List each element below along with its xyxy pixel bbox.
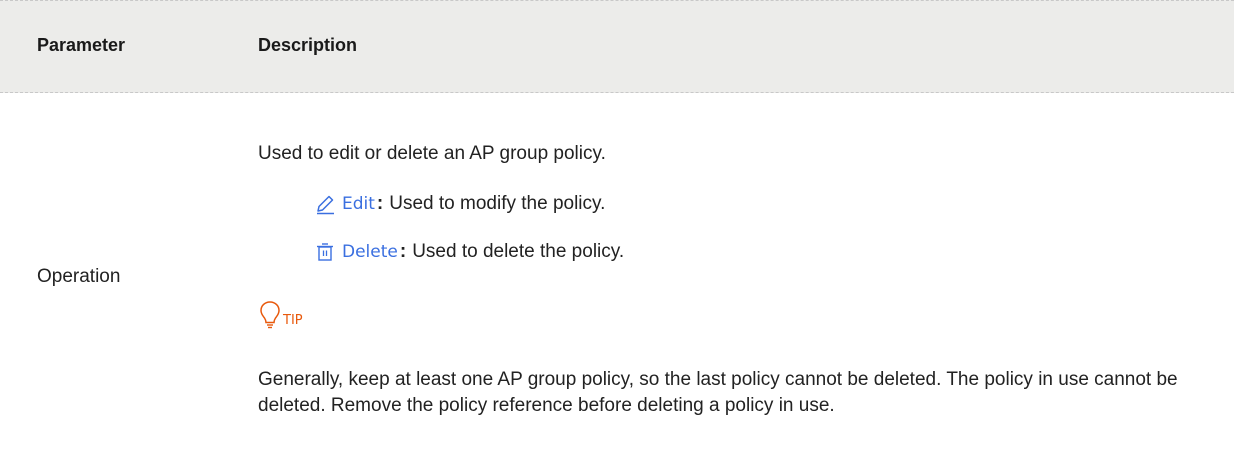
tip-heading: TIP	[258, 300, 303, 330]
header-parameter: Parameter	[37, 35, 126, 55]
table-header-row: Parameter Description	[0, 0, 1234, 93]
tip-label: TIP	[283, 313, 303, 328]
operation-edit-item: Edit : Used to modify the policy.	[314, 193, 605, 215]
operation-delete-item: Delete : Used to delete the policy.	[314, 241, 624, 263]
edit-description: Used to modify the policy.	[389, 193, 606, 214]
lightbulb-icon	[258, 300, 282, 330]
edit-link: Edit	[342, 194, 375, 214]
header-description: Description	[258, 35, 358, 55]
delete-description: Used to delete the policy.	[412, 241, 625, 262]
parameter-name: Operation	[37, 266, 121, 287]
delete-icon	[314, 241, 336, 263]
description-intro: Used to edit or delete an AP group polic…	[258, 143, 606, 164]
edit-icon	[314, 193, 336, 215]
delete-colon: :	[399, 241, 407, 262]
delete-link: Delete	[342, 242, 398, 262]
tip-text: Generally, keep at least one AP group po…	[258, 369, 1178, 416]
edit-colon: :	[376, 193, 384, 214]
parameter-table: Parameter Description Operation Used to …	[0, 0, 1234, 472]
